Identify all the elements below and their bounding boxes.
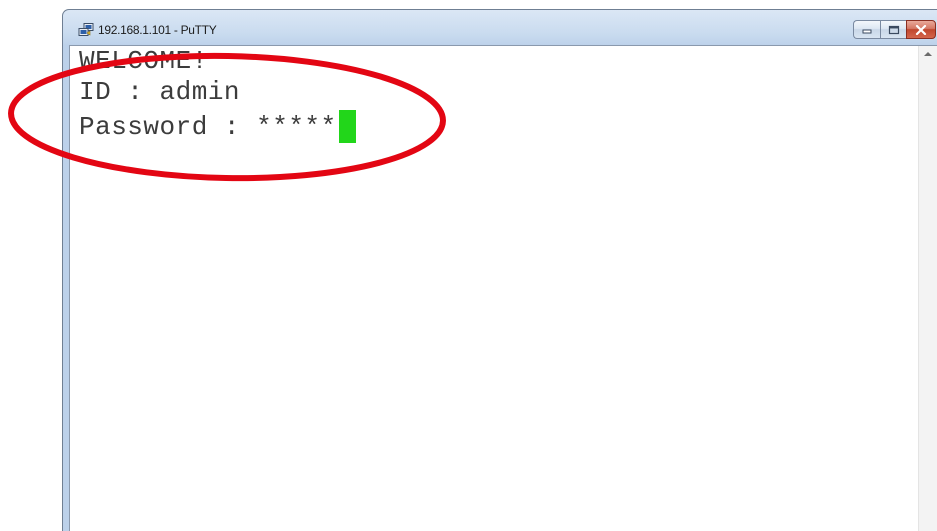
terminal-output[interactable]: WELCOME! ID : admin Password : ***** (70, 46, 919, 531)
screenshot: 192.168.1.101 - PuTTY WELCOME! ID: admi… (0, 0, 937, 531)
terminal-cursor (338, 110, 356, 143)
window-title: 192.168.1.101 - PuTTY (98, 23, 217, 37)
putty-icon (78, 22, 94, 36)
scroll-up-arrow-icon[interactable] (924, 52, 932, 56)
vertical-scrollbar[interactable] (918, 46, 937, 531)
maximize-button[interactable] (880, 20, 906, 39)
close-button[interactable] (906, 20, 936, 39)
caption-buttons (853, 20, 936, 39)
password-prompt-text: Password : ***** (79, 112, 337, 142)
minimize-icon (862, 29, 872, 33)
maximize-icon (888, 25, 899, 34)
terminal-line-welcome: WELCOME! (79, 46, 208, 76)
terminal-area[interactable]: WELCOME! ID : admin Password : ***** (69, 45, 937, 531)
title-bar[interactable]: 192.168.1.101 - PuTTY (63, 10, 937, 45)
terminal-line-id: ID : admin (79, 77, 241, 107)
terminal-line-password: Password : ***** (79, 110, 919, 145)
putty-window: 192.168.1.101 - PuTTY WELCOME! ID: admi… (62, 9, 937, 531)
close-icon (915, 24, 927, 35)
minimize-button[interactable] (853, 20, 880, 39)
